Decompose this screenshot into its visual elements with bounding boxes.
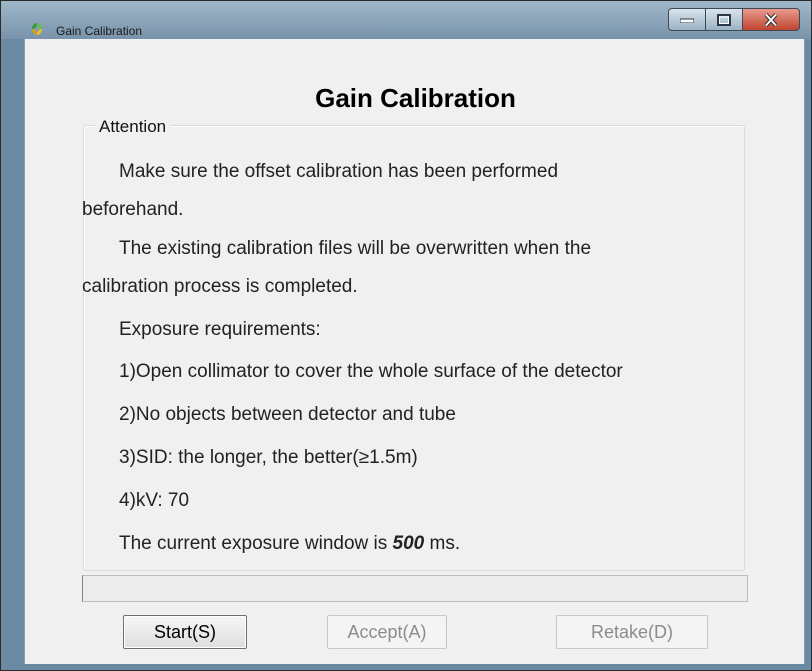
accept-button[interactable]: Accept(A) (327, 615, 447, 649)
exposure-window-text: The current exposure window is 500 ms. (119, 533, 460, 555)
maximize-icon (717, 13, 731, 26)
calibration-window: Gain Calibration Gain Calibration Attent… (0, 0, 812, 671)
calibration-progress-bar (82, 575, 748, 602)
exposure-requirements-label: Exposure requirements: (119, 319, 321, 340)
attention-line: The existing calibration files will be o… (119, 238, 592, 259)
attention-line: beforehand. (82, 199, 184, 220)
close-icon (764, 13, 778, 26)
exposure-prefix: The current exposure window is (119, 533, 393, 554)
attention-line: Make sure the offset calibration has bee… (119, 161, 559, 182)
retake-button[interactable]: Retake(D) (556, 615, 708, 649)
dialog-heading: Gain Calibration (315, 83, 516, 113)
close-button[interactable] (742, 8, 800, 31)
window-title: Gain Calibration (56, 24, 143, 38)
requirement-item: 3)SID: the longer, the better(≥1.5m) (119, 447, 418, 468)
dialog-body: Gain Calibration Attention Make sure the… (24, 39, 805, 664)
app-leaf-icon (32, 23, 42, 35)
attention-line: calibration process is completed. (82, 276, 358, 297)
start-button[interactable]: Start(S) (123, 615, 247, 649)
requirement-item: 4)kV: 70 (119, 490, 190, 511)
minimize-button[interactable] (668, 8, 706, 31)
attention-label: Attention (95, 117, 171, 137)
exposure-suffix: ms. (424, 533, 461, 554)
requirement-item: 1)Open collimator to cover the whole sur… (119, 361, 623, 382)
maximize-button[interactable] (705, 8, 743, 31)
exposure-value: 500 (392, 533, 425, 554)
requirement-item: 2)No objects between detector and tube (119, 404, 456, 425)
minimize-icon (680, 18, 694, 23)
title-bar[interactable]: Gain Calibration (1, 1, 811, 39)
